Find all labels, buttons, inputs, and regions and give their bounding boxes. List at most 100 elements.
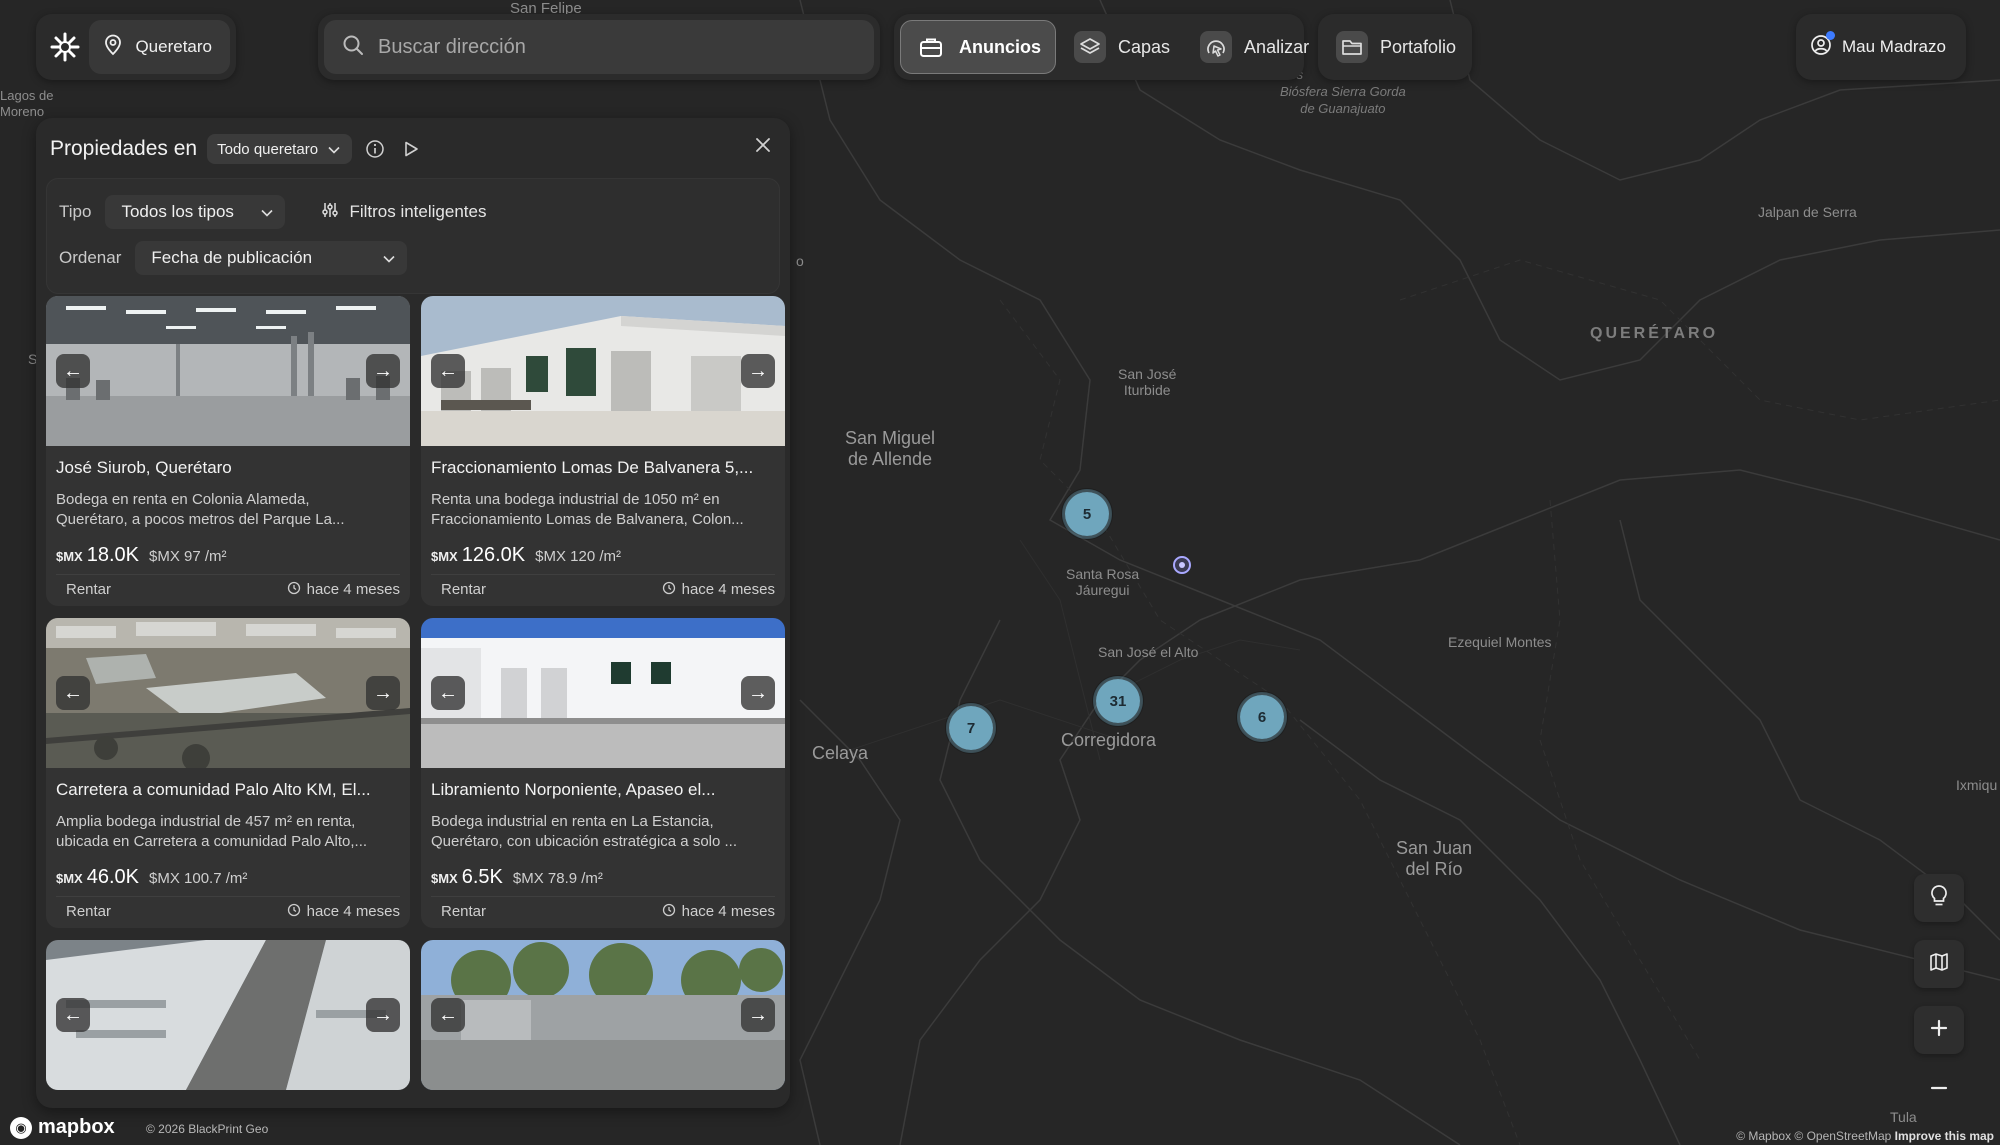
close-icon[interactable]	[750, 132, 776, 158]
property-card[interactable]: ← → Libramiento Norponiente, Apaseo el..…	[421, 618, 785, 928]
publish-time-label: hace 4 meses	[681, 581, 775, 598]
publish-time: hace 4 meses	[662, 903, 775, 921]
price-currency: $MX	[56, 871, 83, 886]
next-photo-button[interactable]: →	[366, 354, 400, 388]
location-button[interactable]: Queretaro	[89, 20, 230, 74]
property-price: $MX 126.0K $MX 120 /m²	[431, 544, 621, 567]
map-label-ezequiel-montes: Ezequiel Montes	[1448, 634, 1552, 650]
property-title: Carretera a comunidad Palo Alto KM, El..…	[56, 780, 371, 799]
sort-select[interactable]: Fecha de publicación	[135, 241, 408, 275]
zoom-out-button[interactable]	[1914, 1066, 1964, 1114]
nav-analizar-label: Analizar	[1244, 36, 1310, 57]
attribution-text[interactable]: © Mapbox © OpenStreetMap	[1736, 1129, 1891, 1143]
nav-anuncios[interactable]: Anuncios	[900, 20, 1057, 74]
nav-analizar[interactable]: Analizar	[1188, 20, 1321, 74]
clock-icon	[662, 581, 676, 599]
prev-photo-button[interactable]: ←	[56, 354, 90, 388]
smart-filters-button[interactable]: Filtros inteligentes	[321, 201, 486, 224]
nav-portafolio-label: Portafolio	[1380, 36, 1457, 57]
price-per-m2: $MX 120 /m²	[535, 548, 621, 565]
type-select-value: Todos los tipos	[121, 202, 234, 221]
property-description: Renta una bodega industrial de 1050 m² e…	[431, 490, 775, 530]
play-icon[interactable]	[398, 136, 424, 162]
tips-button[interactable]	[1914, 874, 1964, 922]
map-label-santa-rosa-line1: Santa Rosa	[1066, 566, 1140, 582]
property-photo[interactable]: ← →	[46, 296, 410, 446]
property-photo[interactable]: ← →	[46, 618, 410, 768]
property-description-line: Amplia bodega industrial de 457 m² en re…	[56, 813, 356, 830]
next-photo-button[interactable]: →	[741, 676, 775, 710]
map-cluster[interactable]: 6	[1237, 692, 1287, 742]
property-photo[interactable]: ← →	[46, 940, 410, 1090]
price-currency: $MX	[431, 871, 458, 886]
nav-capas-label: Capas	[1118, 36, 1171, 57]
publish-time: hace 4 meses	[662, 581, 775, 599]
search-input[interactable]	[378, 35, 838, 59]
map-pin-icon	[103, 34, 123, 61]
map-cluster[interactable]: 7	[946, 703, 996, 753]
publish-time-label: hace 4 meses	[306, 581, 400, 598]
next-photo-button[interactable]: →	[366, 998, 400, 1032]
filter-box: Tipo Todos los tipos Filtros inteligente…	[46, 178, 780, 294]
prev-photo-button[interactable]: ←	[56, 676, 90, 710]
zoom-in-button[interactable]	[1914, 1006, 1964, 1054]
property-card[interactable]: ← → Carretera a comunidad Palo Alto KM, …	[46, 618, 410, 928]
property-card[interactable]: ← → José Siurob, Querétaro Bodega en ren…	[46, 296, 410, 606]
property-footer: Rentar hace 4 meses	[56, 896, 400, 926]
map-cluster[interactable]: 31	[1093, 676, 1143, 726]
property-title: Fraccionamiento Lomas De Balvanera 5,...	[431, 458, 754, 477]
property-card[interactable]: ← → Fraccionamiento Lomas De Balvanera 5…	[421, 296, 785, 606]
nav-portafolio[interactable]: Portafolio	[1324, 20, 1468, 74]
prev-photo-button[interactable]: ←	[431, 354, 465, 388]
map-label-corregidora: Corregidora	[1061, 730, 1157, 750]
mapbox-wordmark: mapbox	[38, 1116, 115, 1138]
clock-icon	[287, 903, 301, 921]
next-photo-button[interactable]: →	[366, 676, 400, 710]
price-amount: 126.0K	[461, 544, 526, 566]
operation-type: Rentar	[441, 581, 487, 598]
type-filter-row: Tipo Todos los tipos Filtros inteligente…	[59, 195, 486, 229]
operation-type: Rentar	[441, 903, 487, 920]
prev-photo-button[interactable]: ←	[431, 998, 465, 1032]
map-label-jalpan: Jalpan de Serra	[1758, 204, 1857, 220]
price-currency: $MX	[431, 549, 458, 564]
property-description: Bodega industrial en renta en La Estanci…	[431, 812, 775, 852]
publish-time-label: hace 4 meses	[681, 903, 775, 920]
region-select-value: Todo queretaro	[217, 140, 319, 158]
property-photo[interactable]: ← →	[421, 618, 785, 768]
next-photo-button[interactable]: →	[741, 998, 775, 1032]
user-menu[interactable]: Mau Madrazo	[1796, 14, 1966, 80]
map-label-sjr-line2: del Río	[1405, 859, 1463, 879]
price-amount: 6.5K	[461, 866, 503, 888]
property-photo[interactable]: ← →	[421, 940, 785, 1090]
improve-map-link[interactable]: Improve this map	[1895, 1129, 1994, 1143]
region-select[interactable]: Todo queretaro	[207, 134, 353, 164]
property-price: $MX 18.0K $MX 97 /m²	[56, 544, 227, 567]
analyze-icon	[1200, 31, 1233, 63]
price-amount: 46.0K	[86, 866, 139, 888]
mapbox-logo[interactable]: ◉ mapbox	[10, 1116, 115, 1139]
nav-capas[interactable]: Capas	[1062, 20, 1182, 74]
info-icon[interactable]	[362, 136, 388, 162]
type-select[interactable]: Todos los tipos	[105, 195, 286, 229]
next-photo-button[interactable]: →	[741, 354, 775, 388]
map-label-san-jose-iturbide: San José Iturbide	[1118, 366, 1176, 398]
property-card[interactable]: ← →	[46, 940, 410, 1090]
prev-photo-button[interactable]: ←	[56, 998, 90, 1032]
map-label-smda-line1: San Miguel	[845, 428, 936, 448]
map-style-button[interactable]	[1914, 940, 1964, 988]
sort-row: Ordenar Fecha de publicación	[59, 241, 408, 275]
map-label-celaya: Celaya	[812, 743, 869, 763]
property-price: $MX 6.5K $MX 78.9 /m²	[431, 866, 603, 889]
map-label-san-juan-del-rio: San Juan del Río	[1396, 838, 1472, 880]
property-card[interactable]: ← →	[421, 940, 785, 1090]
property-photo[interactable]: ← →	[421, 296, 785, 446]
properties-panel: Propiedades en Todo queretaro Tipo Todos…	[36, 118, 790, 1108]
map-cluster[interactable]: 5	[1062, 489, 1112, 539]
prev-photo-button[interactable]: ←	[431, 676, 465, 710]
portfolio-group: Portafolio	[1318, 14, 1472, 80]
publish-time: hace 4 meses	[287, 903, 400, 921]
map-location-pin[interactable]	[1173, 556, 1191, 574]
map-label-queretaro-state: QUERÉTARO	[1590, 325, 1719, 342]
logo-icon[interactable]	[44, 21, 85, 73]
